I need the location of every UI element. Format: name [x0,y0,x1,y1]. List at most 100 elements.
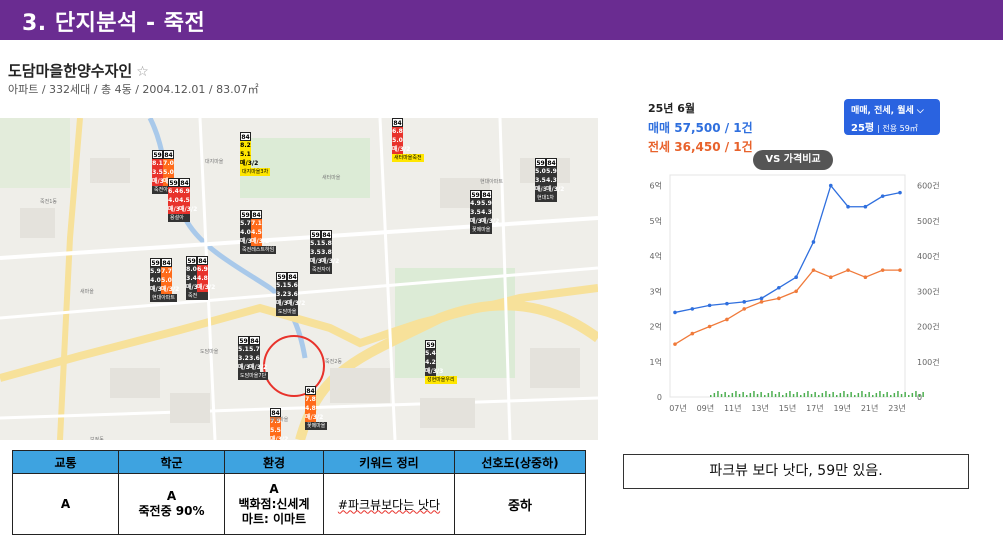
cell-transport: A [12,473,119,535]
price-chart: 01억2억3억4억5억6억0100건200건300건400건500건600건07… [650,174,940,413]
map-pin[interactable]: 59 84 8.0 6.9 3.4 4.8 매/3/3 매/3/2 죽전 [186,256,215,300]
map-pin[interactable]: 84 6.8 5.0 매/3/2 새터마을죽전 [392,118,424,162]
pin-size: 84 [305,386,316,395]
series-point [725,317,729,322]
volume-bar [897,391,899,397]
y-tick-left: 2억 [650,322,662,332]
map-place-label: 새마을 [80,289,94,295]
series-point [742,307,747,311]
pin-size: 84 [163,150,174,159]
pin-value: 4.2 [425,358,436,367]
pin-size: 59 [186,256,197,265]
pin-size: 59 [425,340,436,349]
map-pin[interactable]: 59 84 5.0 5.9 3.5 4.3 매/3/3 매/3/2 현대1차 [535,158,564,202]
volume-bar [836,395,838,397]
volume-bar [756,394,759,397]
volume-bar [774,394,777,397]
pin-value: 5.8 [321,239,332,248]
pin-value: 매/3/2 [251,237,270,246]
volume-bar [846,394,849,397]
pin-size: 59 [535,158,546,167]
map-pin[interactable]: 84 8.2 5.1 매/3/2 대지마을3차 [240,132,271,176]
volume-bar [864,394,867,397]
series-point [880,268,885,272]
series-point [725,301,729,306]
series-point [742,300,747,304]
volume-bar [720,394,723,397]
map-place-label: 대지마을 [205,159,224,165]
volume-bar [854,395,856,397]
volume-bar [908,395,910,397]
volume-bar [850,392,852,397]
y-tick-right: 600건 [917,181,940,191]
map-pin[interactable]: 59 84 5.9 7.7 4.0 5.0 매/3/3 매/3/2 현대아파트 [150,258,179,302]
complex-meta: 아파트 / 332세대 / 총 4동 / 2004.12.01 / 83.07㎡ [8,83,259,96]
volume-bar [782,395,784,397]
series-point [863,275,868,279]
header-environment: 환경 [224,450,324,474]
series-point [811,268,816,272]
pin-value: 5.1 [240,150,251,159]
header-preference: 선호도(상중하) [454,450,586,474]
map-place-label: 보정동 [90,437,104,440]
info-table: 교통 학군 환경 키워드 정리 선호도(상중하) A A 죽전중 90% A 백… [12,450,586,535]
pin-value: 3.6 [249,354,260,363]
volume-bar [710,395,712,397]
volume-bar [818,395,820,397]
pin-size: 84 [546,158,557,167]
pin-value: 3.5 [535,176,546,185]
trade-type-selector[interactable]: 매매, 전세, 월세 ⌵ 25평 | 전용 59㎡ [844,99,940,135]
pin-size: 84 [161,258,172,267]
y-tick-left: 3억 [650,286,662,296]
star-icon[interactable]: ☆ [136,64,149,80]
pin-value: 3.5 [152,168,163,177]
pin-value: 매/3/2 [240,159,259,168]
keyword-text: #파크뷰보다는 낫다 [337,497,441,512]
volume-bar [915,391,917,397]
map-pin[interactable]: 59 84 5.1 5.8 3.5 3.8 매/3/3 매/3/2 죽전자이 [310,230,339,274]
complex-name: 도담마을한양수자인 ☆ [8,60,149,81]
selector-top: 매매, 전세, 월세 ⌵ [851,106,924,116]
pin-value: 5.0 [161,276,172,285]
map-view[interactable]: 59848.17.03.55.0매/3/3매/3/2죽전아이파848.25.1매… [0,118,598,440]
volume-bar [724,392,726,397]
pin-value: 7.8 [305,395,316,404]
map-pin[interactable]: 59 84 5.1 5.6 3.2 3.6 매/3/3 매/3/2 도담마을 [276,272,305,316]
map-pin[interactable]: 847.95.5매/3/2꽃메마을현대 [270,408,302,440]
map-pin[interactable]: 59 84 4.9 5.9 3.5 4.3 매/3/3 매/3/2 꽃메마을 [470,190,499,234]
pin-value: 5.0 [392,136,403,145]
pin-value: 4.0 [168,196,179,205]
x-tick: 15년 [779,403,797,413]
map-pin[interactable]: 59 84 6.4 6.9 4.0 4.5 매/3/3 매/3/2 용설아 [168,178,198,222]
pin-value: 5.9 [481,199,492,208]
pin-value: 매/3/2 [270,435,288,440]
pin-label: 새터마을죽전 [392,154,424,162]
map-pin[interactable]: 59 5.4 4.2 매/3/3 성현마을우리 [425,340,457,384]
x-tick: 17년 [806,403,824,413]
series-point [846,204,850,209]
y-tick-left: 5억 [650,216,662,226]
map-pin[interactable]: 84 7.8 4.8 매/3/2 꽃메마을 [305,386,328,430]
pin-value: 매/3/3 [150,285,169,294]
pin-value: 4.8 [197,274,208,283]
pin-value: 6.8 [392,127,403,136]
pin-size: 84 [240,132,251,141]
pin-label: 대지마을3차 [240,168,271,176]
pin-value: 8.0 [186,265,197,274]
y-tick-right: 300건 [917,286,940,296]
chart-plot-area [669,174,906,398]
pin-label: 현대1차 [535,194,557,202]
series-point [898,268,902,272]
map-pin[interactable]: 59 84 5.7 7.1 4.0 4.5 매/3/3 매/3/2 죽전레스트하임 [240,210,277,254]
cell-environment: A 백화점:신세계 마트: 이마트 [224,473,324,535]
y-tick-right: 100건 [917,357,940,367]
page-title: 3. 단지분석 - 죽전 [22,11,206,36]
pin-size: 84 [287,272,298,281]
pin-value: 매/3/3 [470,217,489,226]
map-place-label: 꽃메마을 [270,417,289,423]
map-pin[interactable]: 59 84 5.1 5.7 3.2 3.6 매/3/3 매/3/2 도담마을7단 [238,336,269,380]
pin-value: 매/3/2 [179,205,198,214]
volume-bar [771,391,773,397]
series-point [707,324,712,329]
volume-bar [839,393,842,397]
